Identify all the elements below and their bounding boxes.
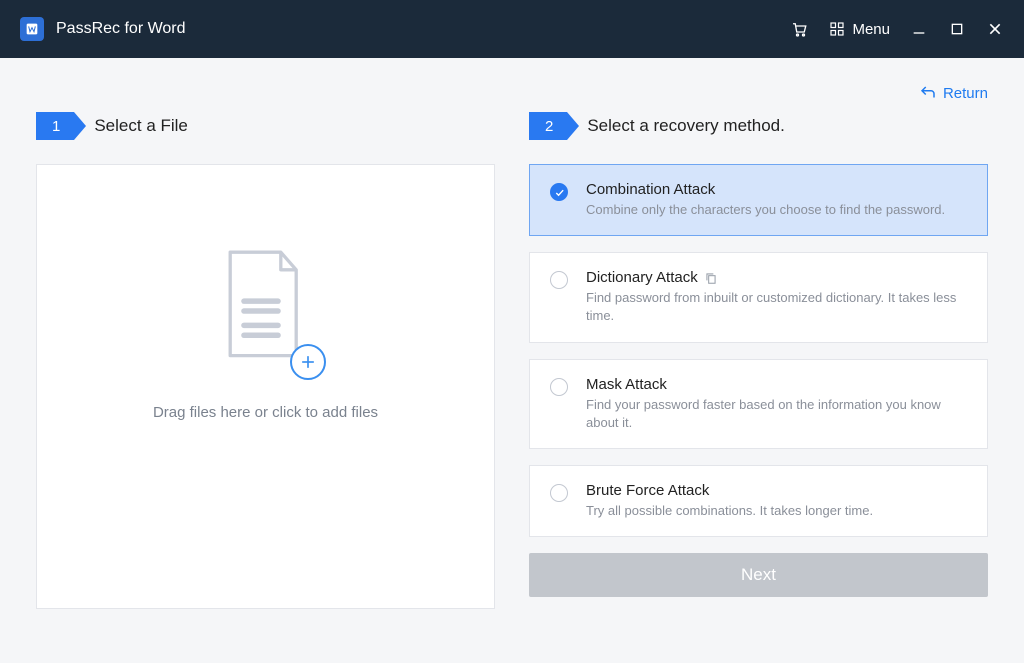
step-two-column: 2 Select a recovery method. Combination … [529,112,988,609]
method-mask-attack[interactable]: Mask Attack Find your password faster ba… [529,359,988,449]
titlebar: PassRec for Word Menu [0,0,1024,58]
recovery-methods: Combination Attack Combine only the char… [529,164,988,537]
method-title: Combination Attack [586,181,967,198]
menu-button[interactable]: Menu [828,20,890,38]
step-two-header: 2 Select a recovery method. [529,112,988,140]
step-one-header: 1 Select a File [36,112,495,140]
radio-checked-icon [550,183,568,201]
return-button[interactable]: Return [919,84,988,102]
add-file-icon [290,344,326,380]
step-two-badge: 2 [529,112,567,140]
minimize-button[interactable] [910,20,928,38]
step-one-column: 1 Select a File D [36,112,495,609]
method-desc: Try all possible combinations. It takes … [586,502,967,520]
content: Return 1 Select a File [0,58,1024,629]
dropzone-text: Drag files here or click to add files [153,404,378,421]
method-title: Brute Force Attack [586,482,967,499]
method-dictionary-attack[interactable]: Dictionary Attack Find password from inb… [529,252,988,342]
close-button[interactable] [986,20,1004,38]
radio-icon [550,378,568,396]
next-button[interactable]: Next [529,553,988,597]
document-icon [216,250,316,370]
method-desc: Find password from inbuilt or customized… [586,289,967,325]
method-desc: Combine only the characters you choose t… [586,201,967,219]
maximize-button[interactable] [948,20,966,38]
copy-icon [704,271,718,285]
method-desc: Find your password faster based on the i… [586,396,967,432]
app-title: PassRec for Word [56,20,186,38]
app-icon [20,17,44,41]
step-one-title: Select a File [94,116,188,136]
method-title: Dictionary Attack [586,269,967,286]
method-title: Mask Attack [586,376,967,393]
step-one-badge: 1 [36,112,74,140]
cart-button[interactable] [790,20,808,38]
file-dropzone[interactable]: Drag files here or click to add files [36,164,495,609]
method-brute-force-attack[interactable]: Brute Force Attack Try all possible comb… [529,465,988,537]
method-combination-attack[interactable]: Combination Attack Combine only the char… [529,164,988,236]
return-label: Return [943,85,988,102]
menu-label: Menu [852,21,890,38]
step-two-title: Select a recovery method. [587,116,784,136]
titlebar-actions: Menu [790,20,1004,38]
radio-icon [550,484,568,502]
radio-icon [550,271,568,289]
